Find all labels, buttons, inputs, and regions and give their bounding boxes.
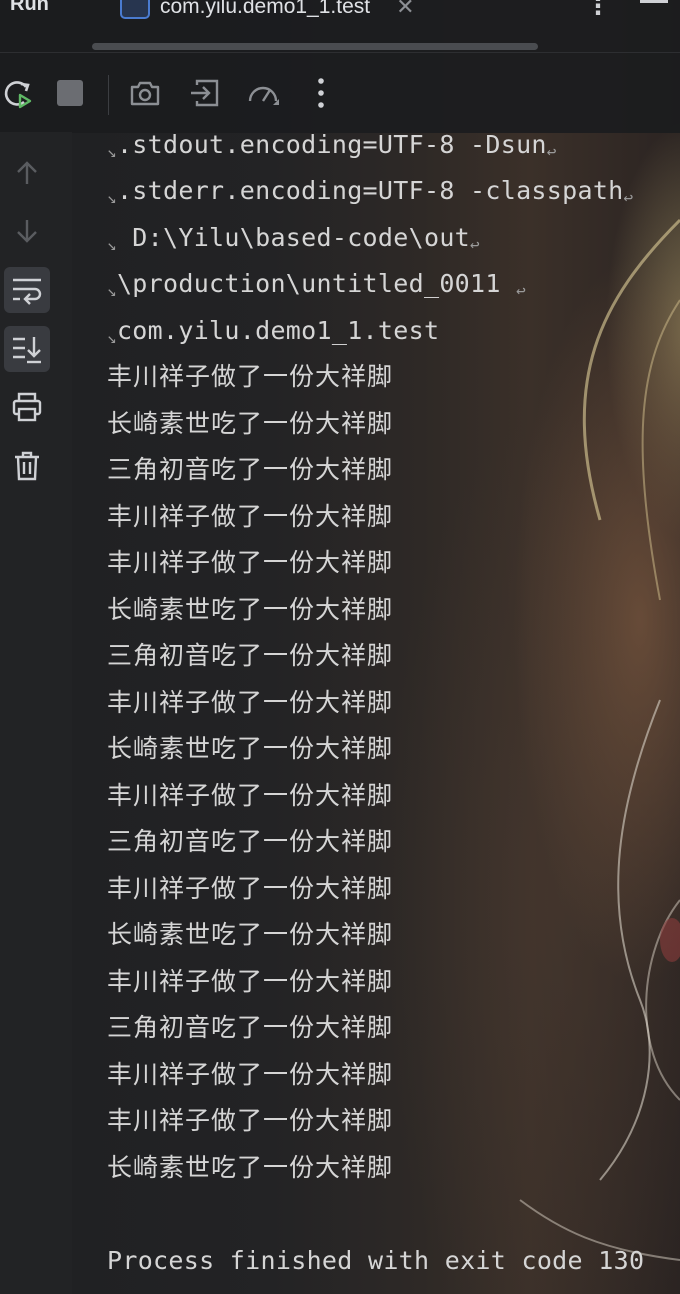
previous-occurrence-button[interactable] [4, 150, 50, 196]
output-line: 三角初音吃了一份大祥脚 [107, 455, 394, 484]
wrap-continue-icon: ↘ [107, 188, 117, 207]
more-vert-icon[interactable]: ⋮ [586, 0, 610, 20]
tool-window-title: Run [10, 0, 49, 15]
toolbar-separator [108, 75, 109, 115]
scroll-to-end-icon [13, 337, 41, 364]
wrap-continue-icon: ↘ [107, 328, 117, 347]
stop-button[interactable] [52, 75, 88, 111]
trash-icon [15, 451, 39, 481]
wrap-return-icon: ↩ [623, 188, 634, 207]
command-line: ↘.stderr.encoding=UTF-8 -classpath↩ [107, 176, 634, 207]
wrap-return-icon: ↩ [546, 142, 557, 161]
scroll-to-end-button[interactable] [4, 326, 50, 372]
soft-wrap-icon [13, 278, 42, 305]
run-tab[interactable]: com.yilu.demo1_1.test ✕ [120, 0, 415, 24]
wrap-return-icon: ↩ [470, 235, 480, 254]
output-line: 丰川祥子做了一份大祥脚 [107, 688, 394, 717]
command-line: ↘ D:\Yilu\based-code\out↩ [107, 223, 480, 254]
output-line: 丰川祥子做了一份大祥脚 [107, 1060, 394, 1089]
arrow-down-icon [17, 220, 37, 243]
exit-icon [191, 79, 219, 107]
wrap-continue-icon: ↘ [107, 142, 117, 161]
rerun-button[interactable] [0, 75, 36, 111]
tool-window-header: Run com.yilu.demo1_1.test ✕ ⋮ [0, 0, 680, 52]
print-icon [12, 392, 42, 422]
output-line: 三角初音吃了一份大祥脚 [107, 827, 394, 856]
output-line: 长崎素世吃了一份大祥脚 [107, 595, 394, 624]
output-line: 长崎素世吃了一份大祥脚 [107, 920, 394, 949]
screenshot-icon [130, 81, 160, 106]
output-line: 三角初音吃了一份大祥脚 [107, 1013, 394, 1042]
more-options-button[interactable] [303, 75, 339, 111]
minimize-icon[interactable] [640, 0, 668, 3]
output-line: 丰川祥子做了一份大祥脚 [107, 781, 394, 810]
output-line: 长崎素世吃了一份大祥脚 [107, 1153, 394, 1182]
process-exit-message: Process finished with exit code 130 [107, 1246, 645, 1275]
clear-all-button[interactable] [4, 443, 50, 489]
command-line: ↘com.yilu.demo1_1.test [107, 316, 440, 347]
wrap-continue-icon: ↘ [107, 281, 117, 300]
output-line: 丰川祥子做了一份大祥脚 [107, 362, 394, 391]
stop-icon [57, 80, 83, 106]
profiler-button[interactable] [245, 75, 281, 111]
soft-wrap-button[interactable] [4, 267, 50, 313]
next-occurrence-button[interactable] [4, 208, 50, 254]
tab-scrollbar[interactable] [92, 43, 538, 50]
output-line: 丰川祥子做了一份大祥脚 [107, 874, 394, 903]
console-sidebar [0, 132, 72, 1294]
output-line: 丰川祥子做了一份大祥脚 [107, 1106, 394, 1135]
arrow-up-icon [17, 161, 37, 184]
command-line: ↘\production\untitled_0011 ↩ [107, 269, 527, 300]
rerun-icon [4, 81, 32, 109]
output-line: 长崎素世吃了一份大祥脚 [107, 409, 394, 438]
output-line: 丰川祥子做了一份大祥脚 [107, 502, 394, 531]
more-vert-icon [318, 78, 324, 108]
java-file-icon [120, 0, 150, 19]
output-line: 丰川祥子做了一份大祥脚 [107, 967, 394, 996]
screenshot-button[interactable] [127, 75, 163, 111]
run-toolbar [0, 52, 680, 133]
close-icon[interactable]: ✕ [396, 0, 414, 20]
output-line: 三角初音吃了一份大祥脚 [107, 641, 394, 670]
output-line: 丰川祥子做了一份大祥脚 [107, 548, 394, 577]
profiler-icon [248, 86, 279, 105]
print-button[interactable] [4, 384, 50, 430]
output-line: 长崎素世吃了一份大祥脚 [107, 734, 394, 763]
wrap-continue-icon: ↘ [107, 235, 117, 254]
wrap-return-icon: ↩ [516, 281, 527, 300]
run-tab-label: com.yilu.demo1_1.test [160, 0, 371, 18]
exit-button[interactable] [187, 75, 223, 111]
